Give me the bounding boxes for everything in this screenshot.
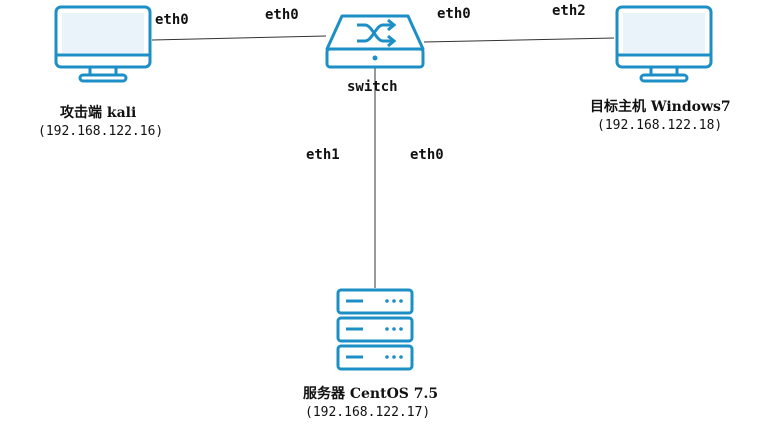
attacker-name: 攻击端 kali [60,105,137,121]
server-icon[interactable] [335,288,415,374]
switch-port-right-label: eth0 [437,6,471,22]
monitor-icon[interactable] [54,5,152,85]
switch-icon[interactable] [324,13,426,71]
target-name: 目标主机 Windows7 [590,99,731,115]
attacker-ip: (192.168.122.16) [38,124,164,139]
switch-name: switch [347,79,398,95]
monitor-icon[interactable] [615,5,713,85]
link-attacker-switch [151,35,327,41]
server-ip: (192.168.122.17) [305,405,431,420]
switch-port-left-label: eth0 [265,7,299,23]
attacker-port-label: eth0 [155,12,189,28]
switch-port-down-right-label: eth0 [410,147,444,163]
switch-port-down-left-label: eth1 [306,147,340,163]
target-port-label: eth2 [552,3,586,19]
link-switch-target [423,37,615,43]
target-ip: (192.168.122.18) [597,118,723,133]
server-name: 服务器 CentOS 7.5 [303,386,439,402]
network-topology-diagram: eth0 eth0 eth0 eth2 eth1 eth0 switch 攻击端… [0,0,757,428]
